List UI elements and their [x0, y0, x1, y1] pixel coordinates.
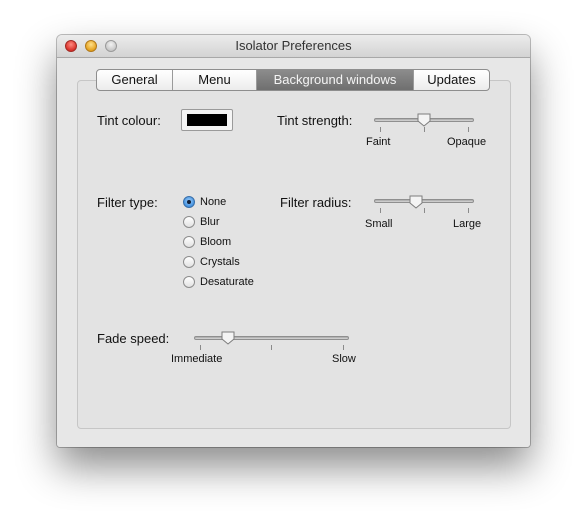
- tint-strength-min-label: Faint: [366, 136, 391, 148]
- radio-label: Desaturate: [200, 276, 254, 288]
- filter-radius-tick: [424, 208, 425, 213]
- filter-radius-slider[interactable]: [374, 199, 474, 203]
- tint-strength-tick: [380, 127, 381, 132]
- tint-strength-knob[interactable]: [417, 113, 431, 127]
- tint-colour-swatch: [187, 114, 227, 126]
- radio-button[interactable]: [183, 236, 195, 248]
- radio-button[interactable]: [183, 256, 195, 268]
- radio-button[interactable]: [183, 216, 195, 228]
- filter-radius-tick: [468, 208, 469, 213]
- fade-speed-tick: [271, 345, 272, 350]
- filter-option-crystals[interactable]: Crystals: [183, 254, 240, 270]
- tint-strength-tick: [468, 127, 469, 132]
- tint-colour-label: Tint colour:: [97, 113, 161, 128]
- filter-option-desaturate[interactable]: Desaturate: [183, 274, 254, 290]
- tab-menu-icon[interactable]: Menu icon: [173, 70, 257, 90]
- radio-button[interactable]: [183, 196, 195, 208]
- title-bar[interactable]: Isolator Preferences: [57, 35, 530, 58]
- preferences-window: Isolator Preferences General Menu icon B…: [57, 35, 530, 447]
- filter-option-blur[interactable]: Blur: [183, 214, 220, 230]
- window-title: Isolator Preferences: [235, 38, 352, 53]
- radio-label: Blur: [200, 216, 220, 228]
- filter-radius-label: Filter radius:: [280, 195, 352, 210]
- tint-colour-well[interactable]: [181, 109, 233, 131]
- tab-general[interactable]: General: [97, 70, 173, 90]
- tint-strength-tick: [424, 127, 425, 132]
- fade-speed-max-label: Slow: [332, 353, 356, 365]
- tint-strength-label: Tint strength:: [277, 113, 353, 128]
- radio-label: Bloom: [200, 236, 232, 248]
- radio-label: None: [200, 196, 227, 208]
- radio-button[interactable]: [183, 276, 195, 288]
- filter-radius-min-label: Small: [365, 218, 393, 230]
- tint-strength-max-label: Opaque: [447, 136, 487, 148]
- filter-radius-max-label: Large: [453, 218, 482, 230]
- tab-updates[interactable]: Updates: [414, 70, 489, 90]
- fade-speed-min-label: Immediate: [171, 353, 223, 365]
- fade-speed-tick: [343, 345, 344, 350]
- fade-speed-label: Fade speed:: [97, 331, 170, 346]
- filter-type-label: Filter type:: [97, 195, 158, 210]
- tab-panel: [77, 80, 511, 429]
- radio-label: Crystals: [200, 256, 240, 268]
- filter-option-none[interactable]: None: [183, 194, 226, 210]
- tab-background-windows[interactable]: Background windows: [257, 70, 414, 90]
- filter-radius-tick: [380, 208, 381, 213]
- filter-option-bloom[interactable]: Bloom: [183, 234, 231, 250]
- fade-speed-knob[interactable]: [221, 331, 235, 345]
- window-content: General Menu icon Background windows Upd…: [57, 58, 530, 447]
- fade-speed-slider[interactable]: [194, 336, 349, 340]
- tab-bar: General Menu icon Background windows Upd…: [96, 69, 490, 91]
- fade-speed-tick: [200, 345, 201, 350]
- filter-radius-knob[interactable]: [409, 195, 423, 209]
